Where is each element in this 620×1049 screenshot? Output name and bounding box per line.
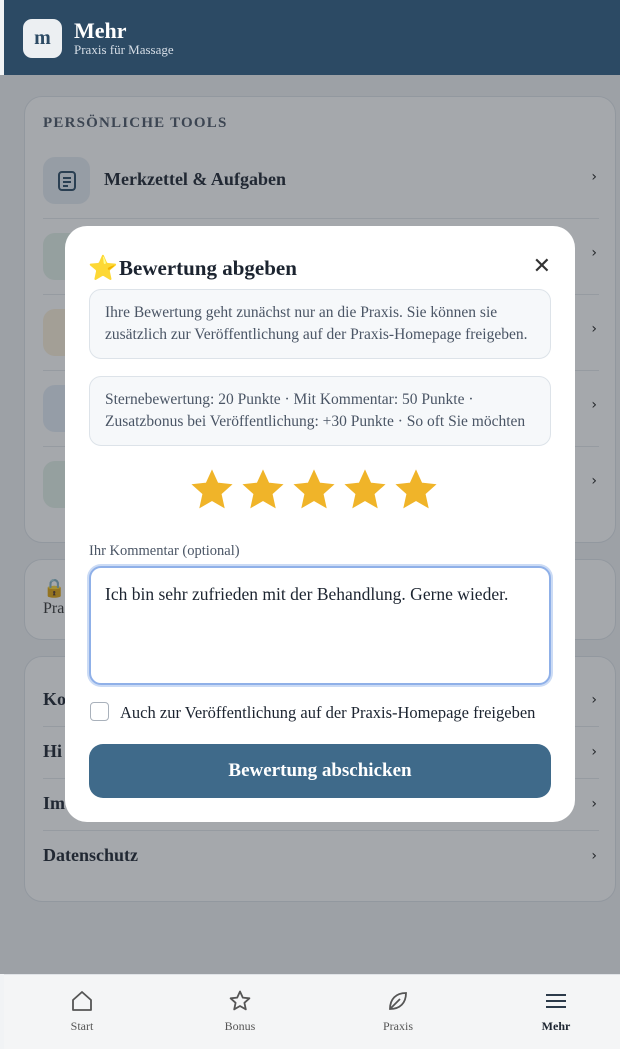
nav-item-praxis[interactable]: Praxis (348, 989, 448, 1034)
logo-letter: m (34, 27, 51, 49)
star-emoji-icon: ⭐ (88, 254, 118, 282)
app-header: m Mehr Praxis für Massage (4, 0, 620, 75)
comment-label: Ihr Kommentar (optional) (89, 543, 240, 559)
nav-item-start[interactable]: Start (32, 989, 132, 1034)
rating-star-icon[interactable] (292, 468, 336, 512)
publish-label: Auch zur Veröffentlichung auf der Praxis… (120, 703, 536, 722)
dialog-title: Bewertung abgeben (119, 256, 297, 280)
rating-star-icon[interactable] (190, 468, 234, 512)
nav-label: Praxis (383, 1019, 413, 1033)
nav-label: Start (70, 1019, 94, 1033)
bottom-nav: Start Bonus Praxis Mehr (4, 974, 620, 1049)
page-subtitle: Praxis für Massage (74, 42, 174, 57)
leaf-icon (389, 992, 407, 1010)
nav-label: Mehr (541, 1019, 571, 1033)
comment-textarea[interactable]: Ich bin sehr zufrieden mit der Behandlun… (89, 566, 551, 685)
nav-label: Bonus (224, 1019, 256, 1033)
rating-star-icon[interactable] (343, 468, 387, 512)
nav-item-mehr[interactable]: Mehr (506, 989, 606, 1034)
info-notice: Ihre Bewertung geht zunächst nur an die … (89, 289, 551, 359)
submit-rating-button[interactable]: Bewertung abschicken (89, 744, 551, 798)
rating-dialog: ⭐ Bewertung abgeben ✕ Ihre Bewertung geh… (65, 226, 575, 822)
menu-icon (546, 994, 566, 1008)
points-notice: Sternebewertung: 20 Punkte · Mit Komment… (89, 376, 551, 446)
page-title: Mehr (74, 18, 127, 43)
publish-checkbox[interactable] (90, 702, 109, 721)
nav-item-bonus[interactable]: Bonus (190, 989, 290, 1034)
star-rating[interactable] (190, 468, 450, 518)
close-icon[interactable]: ✕ (533, 254, 551, 279)
rating-star-icon[interactable] (394, 468, 438, 512)
app-logo: m (23, 19, 62, 58)
home-icon (72, 991, 92, 1011)
rating-star-icon[interactable] (241, 468, 285, 512)
star-icon (229, 990, 251, 1011)
